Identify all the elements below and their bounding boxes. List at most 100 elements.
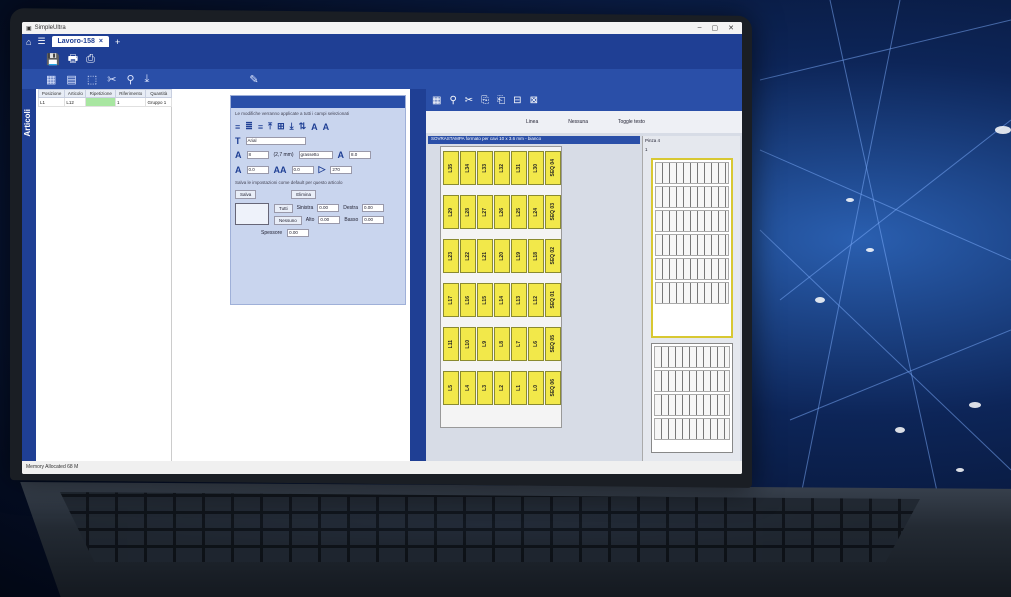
wire-label[interactable]: L14 [494,283,510,317]
wire-label[interactable]: L3 [477,371,493,405]
table-cell[interactable] [85,97,117,107]
preview-sheet[interactable] [651,343,733,453]
table-cell[interactable]: Gruppo 1 [145,97,172,107]
font-grow-icon[interactable]: A [311,122,318,132]
wire-label[interactable]: L2 [494,371,510,405]
articles-vertical-tab[interactable]: Articoli [22,89,36,461]
wire-label[interactable]: L0 [528,371,544,405]
align-top-icon[interactable]: ⤒ [268,121,272,132]
tab-job[interactable]: Lavoro-158 × [51,36,109,47]
wire-label[interactable]: L9 [477,327,493,361]
copy-icon[interactable]: ⎘ [481,95,489,106]
print-icon[interactable]: 🖶 [68,50,78,69]
align-right-icon[interactable]: ≡ [258,122,263,132]
char-spacing-input[interactable]: 0.0 [291,165,314,174]
cut-icon[interactable]: ✂ [107,73,116,86]
wire-label[interactable]: L17 [443,283,459,317]
table-cell[interactable]: L1 [37,97,66,107]
split-icon[interactable]: ⊟ [513,95,521,106]
table-cell[interactable]: L12 [64,97,87,107]
wire-label[interactable]: SEQ 01 [545,283,561,317]
no-borders-button[interactable]: Nessuno [274,215,302,225]
cut-icon[interactable]: ✂ [465,95,473,106]
wire-label[interactable]: L11 [443,327,459,361]
tools-icon[interactable]: ✎ [249,73,258,86]
preview-value[interactable]: 1 [643,145,740,154]
border-preview[interactable] [235,203,269,225]
column-header[interactable]: Riferimento [115,89,147,98]
tab-close-icon[interactable]: × [99,38,103,45]
wire-label[interactable]: L15 [477,283,493,317]
download-icon[interactable]: ⤓ [145,73,150,86]
table-cell[interactable]: 1 [115,97,147,107]
wire-label[interactable]: L10 [460,327,476,361]
wire-label[interactable]: SEQ 06 [545,371,561,405]
layout-icon[interactable]: ▦ [432,95,441,106]
none-label[interactable]: Nessuna [568,119,588,125]
wire-label[interactable]: L18 [528,239,544,273]
table-icon[interactable]: ▤ [66,73,76,86]
wire-label[interactable]: L12 [528,283,544,317]
column-header[interactable]: Quantità [145,89,172,98]
wire-label[interactable]: L27 [477,195,493,229]
toggle-text-button[interactable]: Toggle testo [618,119,645,125]
font-select[interactable]: Arial [245,137,306,145]
line-spacing-input[interactable]: 0.0 [246,165,269,174]
wire-label[interactable]: L21 [477,239,493,273]
select-icon[interactable]: ⬚ [87,73,97,86]
wire-label[interactable]: L1 [511,371,527,405]
add-tab-icon[interactable]: + [115,37,120,47]
wire-label[interactable]: SEQ 05 [545,327,561,361]
wire-label[interactable]: L24 [528,195,544,229]
close-icon[interactable]: ✕ [728,24,734,32]
wire-label[interactable]: L19 [511,239,527,273]
column-header[interactable]: Articolo [64,89,87,98]
wire-label[interactable]: L26 [494,195,510,229]
wire-label[interactable]: L28 [460,195,476,229]
wire-label[interactable]: L34 [460,151,476,185]
delete-defaults-button[interactable]: Elimina [291,190,317,199]
grid-view-icon[interactable]: ▦ [46,73,56,86]
wire-label[interactable]: L20 [494,239,510,273]
font-shrink-icon[interactable]: A [323,122,330,132]
column-header[interactable]: Ripetizione [85,89,117,98]
home-icon[interactable]: ⌂ [26,37,31,47]
top-margin-input[interactable]: 0.00 [318,216,341,224]
table-row[interactable]: L1 L12 1 Gruppo 1 [37,97,172,107]
wire-label[interactable]: L35 [443,151,459,185]
wire-label[interactable]: L23 [443,239,459,273]
wire-label[interactable]: L25 [511,195,527,229]
minimize-icon[interactable]: – [698,24,702,32]
wire-label[interactable]: L33 [477,151,493,185]
fit-icon[interactable]: ⊠ [530,95,538,106]
bottom-margin-input[interactable]: 0.00 [362,216,385,224]
find-icon[interactable]: ⚲ [126,73,134,86]
find-icon[interactable]: ⚲ [449,95,456,106]
font-size-input[interactable]: 8 [246,151,269,159]
wire-label[interactable]: L4 [460,371,476,405]
wire-label[interactable]: L16 [460,283,476,317]
wire-label[interactable]: L29 [443,195,459,229]
scale-input[interactable]: 8.0 [349,151,371,159]
wire-label[interactable]: L31 [511,151,527,185]
menu-icon[interactable]: ☰ [37,36,45,47]
align-bottom-icon[interactable]: ⤓ [290,121,294,132]
preview-sheet-selected[interactable] [651,158,733,338]
save-icon[interactable]: 💾 [46,53,60,66]
wire-label[interactable]: SEQ 04 [545,151,561,185]
column-header[interactable]: Posizione [37,89,66,98]
paste-icon[interactable]: ⎗ [497,95,505,106]
wire-label[interactable]: SEQ 02 [545,239,561,273]
all-borders-button[interactable]: Tutti [274,203,293,213]
maximize-icon[interactable]: ▢ [712,24,719,32]
align-center-icon[interactable]: ≣ [245,121,253,132]
wire-label[interactable]: L13 [511,283,527,317]
wire-label[interactable]: L5 [443,371,459,405]
align-middle-icon[interactable]: ⊞ [277,121,285,132]
line-label[interactable]: Linea [526,119,538,125]
wire-label[interactable]: SEQ 03 [545,195,561,229]
wire-label[interactable]: L32 [494,151,510,185]
right-margin-input[interactable]: 0.00 [362,204,385,212]
print-preview-icon[interactable]: ⎙ [86,53,95,66]
wire-label[interactable]: L6 [528,327,544,361]
